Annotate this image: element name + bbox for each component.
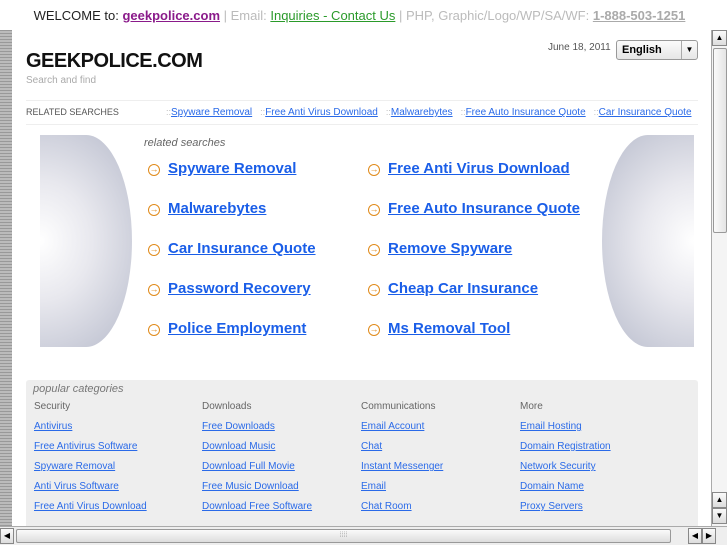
scroll-right-icon[interactable]: ▶	[702, 528, 716, 544]
scroll-left-icon[interactable]: ◀	[688, 528, 702, 544]
category-heading: Communications	[361, 401, 436, 412]
related-bar-link[interactable]: Car Insurance Quote	[599, 107, 692, 118]
related-search-link[interactable]: Remove Spyware	[388, 240, 512, 257]
scroll-down-icon[interactable]: ▼	[712, 508, 727, 524]
related-bar-link[interactable]: Free Anti Virus Download	[265, 107, 378, 118]
related-search-item[interactable]: → Cheap Car Insurance	[368, 280, 538, 297]
popular-categories-title: popular categories	[33, 383, 124, 395]
arrow-right-circle-icon: →	[148, 324, 160, 336]
arrow-right-circle-icon: →	[368, 164, 380, 176]
category-link[interactable]: Instant Messenger	[361, 460, 443, 480]
vertical-scrollbar[interactable]: ▲ ▲ ▼	[711, 30, 727, 526]
scroll-left-icon[interactable]: ◀	[0, 528, 14, 544]
category-link[interactable]: Free Music Download	[202, 480, 312, 500]
arrow-right-circle-icon: →	[368, 244, 380, 256]
related-searches-title: related searches	[144, 137, 226, 149]
related-bar-link[interactable]: Malwarebytes	[391, 107, 453, 118]
category-link[interactable]: Proxy Servers	[520, 500, 611, 520]
related-search-link[interactable]: Spyware Removal	[168, 160, 296, 177]
services-label: | PHP, Graphic/Logo/WP/SA/WF:	[395, 8, 593, 23]
horizontal-scrollbar-thumb[interactable]: ⁞⁞⁞⁞	[16, 529, 671, 543]
arrow-right-circle-icon: →	[368, 324, 380, 336]
scroll-up-icon[interactable]: ▲	[712, 492, 727, 508]
category-link[interactable]: Antivirus	[34, 420, 147, 440]
date: June 18, 2011	[548, 42, 611, 53]
category-link[interactable]: Domain Name	[520, 480, 611, 500]
category-link[interactable]: Anti Virus Software	[34, 480, 147, 500]
scroll-up-icon[interactable]: ▲	[712, 30, 727, 46]
language-select[interactable]: English ▼	[616, 40, 698, 60]
category-link[interactable]: Download Music	[202, 440, 312, 460]
site-link[interactable]: geekpolice.com	[122, 8, 220, 23]
related-search-link[interactable]: Malwarebytes	[168, 200, 266, 217]
related-search-item[interactable]: → Car Insurance Quote	[148, 240, 316, 257]
related-search-item[interactable]: → Free Auto Insurance Quote	[368, 200, 580, 217]
related-search-item[interactable]: → Malwarebytes	[148, 200, 266, 217]
left-frame-edge	[0, 30, 12, 526]
tagline: Search and find	[26, 75, 97, 86]
contact-link[interactable]: Inquiries - Contact Us	[270, 8, 395, 23]
decorative-disc-right	[602, 135, 694, 347]
top-banner: WELCOME to: geekpolice.com | Email: Inqu…	[0, 0, 727, 30]
related-search-link[interactable]: Police Employment	[168, 320, 306, 337]
horizontal-scrollbar[interactable]: ◀ ⁞⁞⁞⁞ ◀ ▶	[0, 526, 727, 545]
related-search-item[interactable]: → Spyware Removal	[148, 160, 296, 177]
related-search-link[interactable]: Free Anti Virus Download	[388, 160, 570, 177]
arrow-right-circle-icon: →	[148, 164, 160, 176]
related-bar-link[interactable]: Free Auto Insurance Quote	[466, 107, 586, 118]
site-logo: GEEKPOLICE.COM	[26, 50, 203, 72]
category-link[interactable]: Spyware Removal	[34, 460, 147, 480]
category-heading: More	[520, 401, 543, 412]
category-link[interactable]: Email	[361, 480, 443, 500]
related-search-item[interactable]: → Ms Removal Tool	[368, 320, 510, 337]
related-search-item[interactable]: → Free Anti Virus Download	[368, 160, 570, 177]
category-column: Security Antivirus Free Antivirus Software…	[34, 400, 147, 520]
related-search-link[interactable]: Ms Removal Tool	[388, 320, 510, 337]
arrow-right-circle-icon: →	[148, 204, 160, 216]
category-heading: Downloads	[202, 401, 252, 412]
arrow-right-circle-icon: →	[148, 284, 160, 296]
decorative-disc-left	[40, 135, 132, 347]
welcome-text: WELCOME to:	[33, 8, 123, 23]
category-link[interactable]: Network Security	[520, 460, 611, 480]
category-link[interactable]: Chat	[361, 440, 443, 460]
arrow-right-circle-icon: →	[148, 244, 160, 256]
related-search-item[interactable]: → Password Recovery	[148, 280, 311, 297]
category-column: More Email Hosting Domain Registration Netw…	[520, 400, 611, 520]
phone-link[interactable]: 1-888-503-1251	[593, 8, 686, 23]
related-searches-bar: RELATED SEARCHES ::Spyware Removal::Free…	[26, 100, 698, 125]
related-search-item[interactable]: → Police Employment	[148, 320, 306, 337]
category-link[interactable]: Free Downloads	[202, 420, 312, 440]
popular-categories: popular categories Security Antivirus Free…	[26, 380, 698, 526]
category-column: Communications Email Account Chat Instant M…	[361, 400, 443, 520]
scrollbar-thumb[interactable]	[713, 48, 727, 233]
chevron-down-icon: ▼	[681, 41, 697, 59]
related-search-link[interactable]: Car Insurance Quote	[168, 240, 316, 257]
category-link[interactable]: Email Hosting	[520, 420, 611, 440]
related-searches-label: RELATED SEARCHES	[26, 107, 119, 117]
arrow-right-circle-icon: →	[368, 284, 380, 296]
category-link[interactable]: Download Full Movie	[202, 460, 312, 480]
page-content: GEEKPOLICE.COM Search and find June 18, …	[12, 30, 711, 526]
category-column: Downloads Free Downloads Download Music Dow…	[202, 400, 312, 520]
category-heading: Security	[34, 401, 71, 412]
category-link[interactable]: Email Account	[361, 420, 443, 440]
category-link[interactable]: Chat Room	[361, 500, 443, 520]
related-search-link[interactable]: Password Recovery	[168, 280, 311, 297]
related-search-link[interactable]: Cheap Car Insurance	[388, 280, 538, 297]
language-value: English	[622, 44, 662, 56]
category-link[interactable]: Free Anti Virus Download	[34, 500, 147, 520]
category-link[interactable]: Domain Registration	[520, 440, 611, 460]
arrow-right-circle-icon: →	[368, 204, 380, 216]
category-link[interactable]: Free Antivirus Software	[34, 440, 147, 460]
related-search-link[interactable]: Free Auto Insurance Quote	[388, 200, 580, 217]
category-link[interactable]: Download Free Software	[202, 500, 312, 520]
email-label: | Email:	[220, 8, 271, 23]
related-search-item[interactable]: → Remove Spyware	[368, 240, 512, 257]
related-bar-link[interactable]: Spyware Removal	[171, 107, 252, 118]
